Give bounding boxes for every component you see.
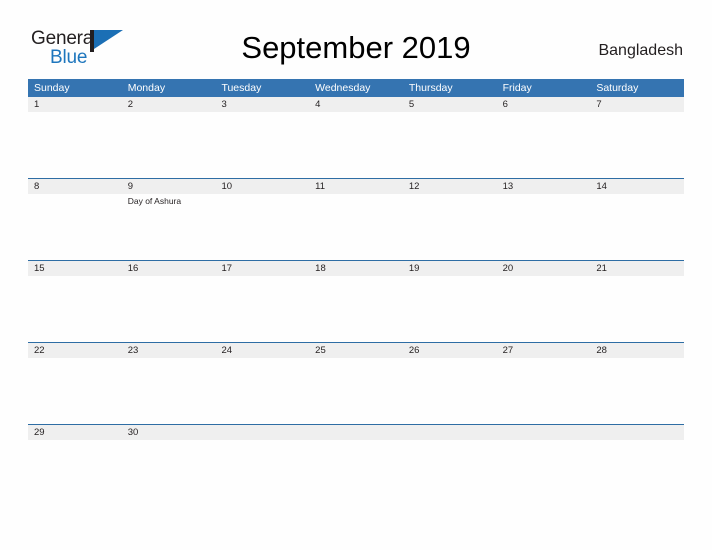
day-number-13[interactable]: 13 xyxy=(497,179,591,194)
weekday-header-wednesday: Wednesday xyxy=(315,82,371,94)
day-cell-13[interactable] xyxy=(497,194,591,260)
day-cell-8[interactable] xyxy=(28,194,122,260)
day-number-10[interactable]: 10 xyxy=(215,179,309,194)
event-label: Day of Ashura xyxy=(127,196,182,206)
day-number-20[interactable]: 20 xyxy=(497,261,591,276)
calendar-weeks: 1 2 3 4 5 6 7 8 9 10 11 12 13 14 Day of Ashura 15 16 17 18… xyxy=(28,97,684,506)
day-number-1[interactable]: 1 xyxy=(28,97,122,112)
weekday-header-sunday: Sunday xyxy=(34,82,70,94)
day-cell-9[interactable]: Day of Ashura xyxy=(122,194,216,260)
day-number-23[interactable]: 23 xyxy=(122,343,216,358)
day-cell-26[interactable] xyxy=(403,358,497,424)
day-cell-2[interactable] xyxy=(122,112,216,178)
day-number-30[interactable]: 30 xyxy=(122,425,216,440)
day-cell-21[interactable] xyxy=(590,276,684,342)
calendar-grid: Sunday Monday Tuesday Wednesday Thursday Frid… xyxy=(28,79,684,506)
day-cell-27[interactable] xyxy=(497,358,591,424)
day-number-22[interactable]: 22 xyxy=(28,343,122,358)
day-cell-17[interactable] xyxy=(215,276,309,342)
day-cell-22[interactable] xyxy=(28,358,122,424)
day-number-29[interactable]: 29 xyxy=(28,425,122,440)
day-cell-empty xyxy=(403,440,497,506)
day-cell-14[interactable] xyxy=(590,194,684,260)
day-cell-29[interactable] xyxy=(28,440,122,506)
day-number-14[interactable]: 14 xyxy=(590,179,684,194)
day-number-17[interactable]: 17 xyxy=(215,261,309,276)
day-number-15[interactable]: 15 xyxy=(28,261,122,276)
day-cell-18[interactable] xyxy=(309,276,403,342)
day-number-empty xyxy=(590,425,684,440)
day-cell-11[interactable] xyxy=(309,194,403,260)
day-number-empty xyxy=(309,425,403,440)
day-number-9[interactable]: 9 xyxy=(122,179,216,194)
calendar-week-row: 8 9 10 11 12 13 14 Day of Ashura xyxy=(28,178,684,260)
day-number-band: 1234567 xyxy=(28,97,684,112)
calendar-week-row: 29 30 xyxy=(28,424,684,506)
day-number-26[interactable]: 26 xyxy=(403,343,497,358)
day-cell-5[interactable] xyxy=(403,112,497,178)
day-cell-25[interactable] xyxy=(309,358,403,424)
day-number-empty xyxy=(497,425,591,440)
day-cell-empty xyxy=(309,440,403,506)
day-cell-28[interactable] xyxy=(590,358,684,424)
day-number-empty xyxy=(403,425,497,440)
day-number-7[interactable]: 7 xyxy=(590,97,684,112)
day-event-band: Day of Ashura xyxy=(28,194,684,260)
calendar-week-row: 15 16 17 18 19 20 21 xyxy=(28,260,684,342)
day-number-6[interactable]: 6 xyxy=(497,97,591,112)
day-number-empty xyxy=(215,425,309,440)
day-event-band xyxy=(28,358,684,424)
weekday-header-row: Sunday Monday Tuesday Wednesday Thursday Frid… xyxy=(28,79,684,97)
country-label: Bangladesh xyxy=(598,42,683,59)
calendar-week-row: 22 23 24 25 26 27 28 xyxy=(28,342,684,424)
day-cell-3[interactable] xyxy=(215,112,309,178)
day-cell-empty xyxy=(590,440,684,506)
day-number-21[interactable]: 21 xyxy=(590,261,684,276)
day-cell-15[interactable] xyxy=(28,276,122,342)
day-cell-10[interactable] xyxy=(215,194,309,260)
weekday-header-thursday: Thursday xyxy=(408,82,453,94)
day-cell-19[interactable] xyxy=(403,276,497,342)
day-cell-7[interactable] xyxy=(590,112,684,178)
weekday-header-friday: Friday xyxy=(502,82,532,94)
day-cell-23[interactable] xyxy=(122,358,216,424)
day-number-band: 22 23 24 25 26 27 28 xyxy=(28,343,684,358)
day-cell-empty xyxy=(497,440,591,506)
day-cell-30[interactable] xyxy=(122,440,216,506)
day-event-band xyxy=(28,112,684,178)
weekday-header-saturday: Saturday xyxy=(596,82,639,94)
weekday-header-tuesday: Tuesday xyxy=(221,82,262,94)
calendar-week-row: 1234567 xyxy=(28,97,684,178)
day-number-band: 29 30 xyxy=(28,425,684,440)
day-cell-16[interactable] xyxy=(122,276,216,342)
day-number-19[interactable]: 19 xyxy=(403,261,497,276)
day-cell-empty xyxy=(215,440,309,506)
day-cell-24[interactable] xyxy=(215,358,309,424)
day-number-4[interactable]: 4 xyxy=(309,97,403,112)
day-cell-20[interactable] xyxy=(497,276,591,342)
day-cell-12[interactable] xyxy=(403,194,497,260)
day-number-18[interactable]: 18 xyxy=(309,261,403,276)
day-event-band xyxy=(28,440,684,506)
calendar-page: General Blue September 2019 Bangladesh S… xyxy=(0,0,712,550)
day-number-2[interactable]: 2 xyxy=(122,97,216,112)
day-cell-4[interactable] xyxy=(309,112,403,178)
day-event-band xyxy=(28,276,684,342)
day-number-12[interactable]: 12 xyxy=(403,179,497,194)
day-number-3[interactable]: 3 xyxy=(215,97,309,112)
page-header: General Blue September 2019 Bangladesh xyxy=(0,0,712,76)
day-cell-1[interactable] xyxy=(28,112,122,178)
day-number-27[interactable]: 27 xyxy=(497,343,591,358)
weekday-header-monday: Monday xyxy=(127,82,166,94)
day-number-28[interactable]: 28 xyxy=(590,343,684,358)
day-cell-6[interactable] xyxy=(497,112,591,178)
day-number-11[interactable]: 11 xyxy=(309,179,403,194)
day-number-24[interactable]: 24 xyxy=(215,343,309,358)
day-number-band: 8 9 10 11 12 13 14 xyxy=(28,179,684,194)
day-number-16[interactable]: 16 xyxy=(122,261,216,276)
day-number-8[interactable]: 8 xyxy=(28,179,122,194)
day-number-25[interactable]: 25 xyxy=(309,343,403,358)
day-number-band: 15 16 17 18 19 20 21 xyxy=(28,261,684,276)
day-number-5[interactable]: 5 xyxy=(403,97,497,112)
